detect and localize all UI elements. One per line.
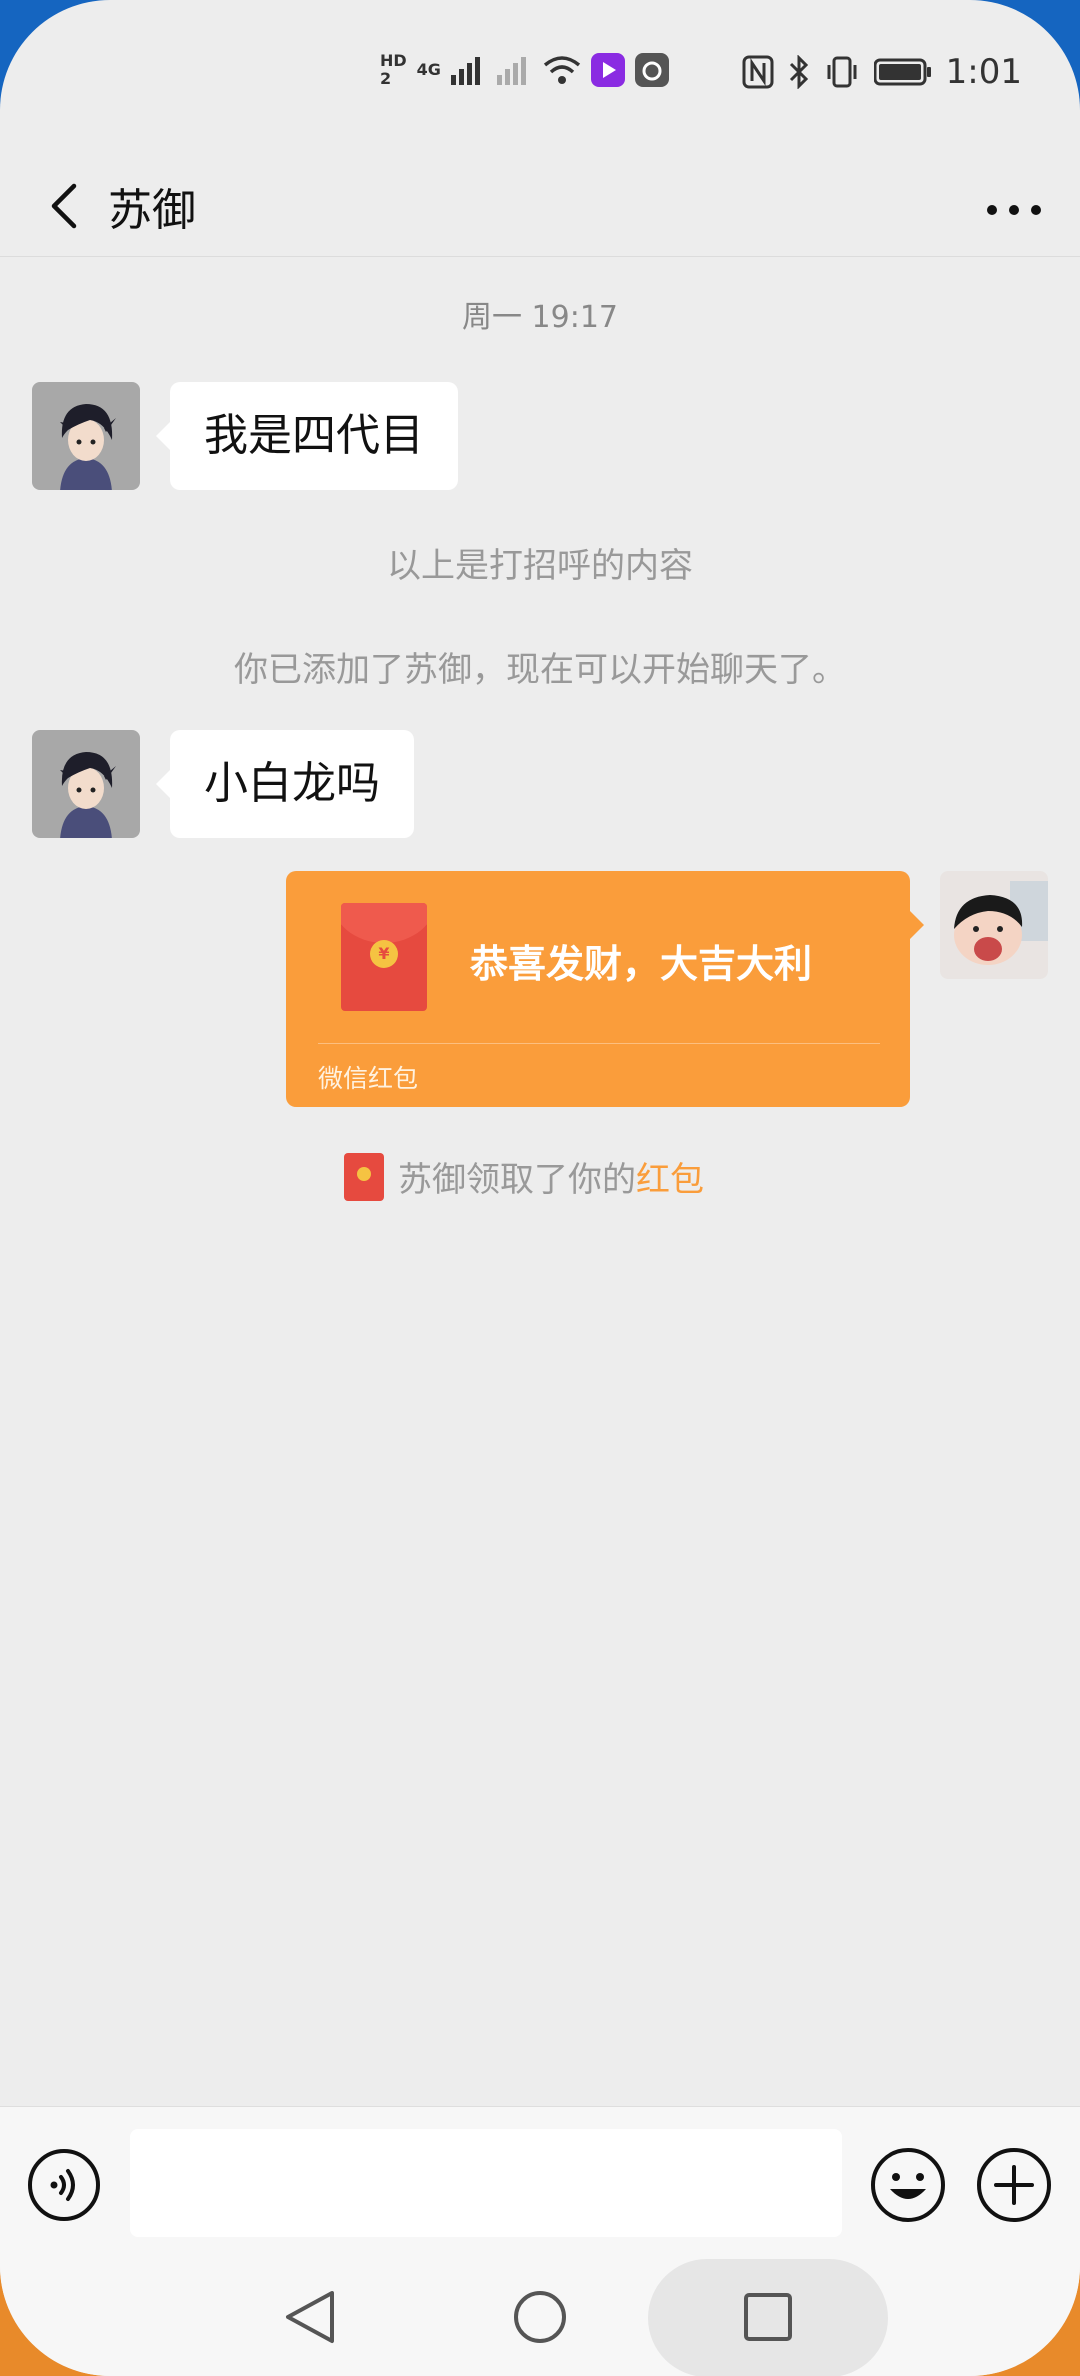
system-nav-bar [0,2251,1080,2376]
system-message: 你已添加了苏御，现在可以开始聊天了。 [234,650,846,690]
red-packet-footer: 微信红包 [318,1064,419,1093]
red-packet-greeting: 恭喜发财，大吉大利 [470,942,813,986]
avatar [32,730,140,838]
notice-text: 苏御领取了你的 [398,1160,636,1200]
status-bar: HD 2 4G 1:01 [0,0,1080,150]
voice-icon [28,2149,100,2221]
nav-back-button[interactable] [270,2287,350,2347]
avatar [940,871,1048,979]
nfc-icon [742,55,774,89]
red-packet-card[interactable]: ¥ 恭喜发财，大吉大利 微信红包 [286,871,924,1107]
coin-icon: ¥ [370,940,398,968]
message-input[interactable] [130,2129,842,2237]
avatar [32,382,140,490]
emoji-icon [871,2148,945,2222]
status-time: 1:01 [945,52,1022,92]
message-bubble[interactable]: 小白龙吗 [156,730,414,838]
message-bubble[interactable]: 我是四代目 [156,382,458,490]
status-right-icons: 1:01 [742,52,1022,92]
red-envelope-icon [344,1152,384,1201]
bluetooth-icon [789,55,808,89]
nav-recents-button[interactable] [728,2277,808,2357]
video-app-icon [590,53,625,87]
sim2-label: 2 [380,69,392,88]
nav-home-button[interactable] [500,2277,580,2357]
time-divider: 周一 19:17 [462,300,618,335]
plus-icon [977,2148,1051,2222]
sina-icon [634,53,669,87]
hd-label: HD [380,51,407,70]
voice-button[interactable] [26,2147,102,2223]
circle-home-icon [514,2291,566,2343]
back-button[interactable] [30,168,102,240]
chat-header: 苏御 [0,150,1080,257]
phone-screen: HD 2 4G 1:01 苏御 周一 19:17 我是四代目 以上是打招呼的内容… [0,0,1080,2376]
signal-icon [450,57,480,85]
hd-call-indicator: HD 2 [380,52,407,88]
battery-icon [873,58,931,86]
triangle-back-icon [286,2291,334,2343]
red-envelope-icon: ¥ [341,903,427,1011]
contact-avatar[interactable] [32,730,140,838]
system-message: 以上是打招呼的内容 [387,546,693,586]
signal-icon [496,57,526,85]
red-packet-divider [318,1043,880,1044]
status-left-icons: HD 2 4G [380,52,669,88]
contact-avatar[interactable] [32,382,140,490]
my-avatar[interactable] [940,871,1048,979]
more-features-button[interactable] [974,2145,1054,2225]
red-packet-link[interactable]: 红包 [636,1152,704,1201]
chat-title: 苏御 [108,185,196,236]
chevron-left-icon [51,183,77,229]
vibrate-icon [827,56,857,88]
more-dots-icon [987,205,1041,215]
red-packet-notice: 苏御领取了你的 红包 [344,1152,704,1201]
more-options-button[interactable] [978,168,1050,240]
wifi-icon [543,56,581,84]
square-recents-icon [744,2293,792,2341]
input-bar [0,2106,1080,2376]
network-label: 4G [416,60,441,79]
emoji-button[interactable] [868,2145,948,2225]
